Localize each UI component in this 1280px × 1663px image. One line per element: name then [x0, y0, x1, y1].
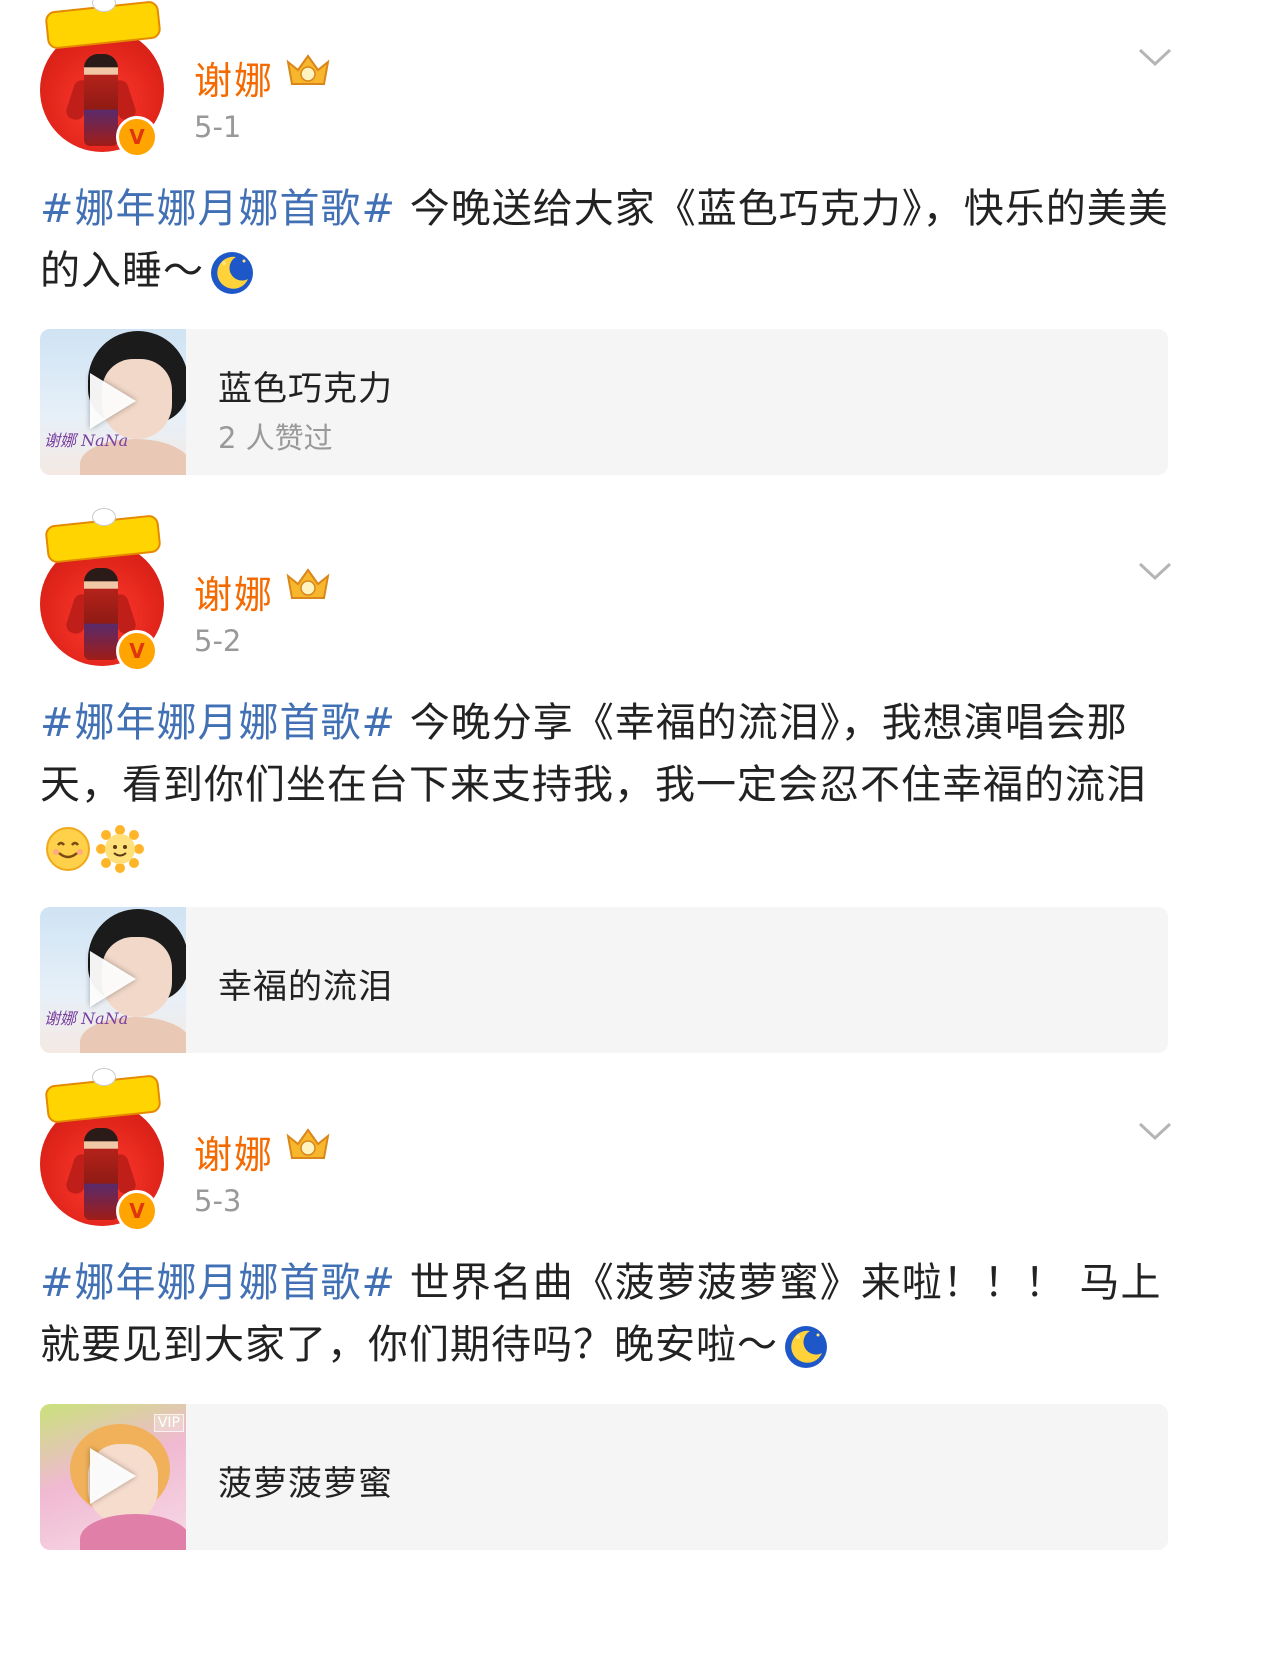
- post-text: #娜年娜月娜首歌# 今晚分享《幸福的流泪》，我想演唱会那天，看到你们坐在台下来支…: [40, 692, 1190, 878]
- verified-badge-icon: V: [116, 116, 158, 158]
- user-name[interactable]: 谢娜: [194, 50, 274, 105]
- post-date: 5-2: [194, 624, 242, 658]
- song-title: 幸福的流泪: [218, 967, 393, 1007]
- play-icon[interactable]: [90, 373, 136, 429]
- moon-emoji-icon: [785, 1326, 827, 1368]
- avatar-person: [84, 54, 118, 146]
- member-crown-icon[interactable]: [284, 50, 332, 90]
- vip-badge: VIP: [153, 1414, 184, 1432]
- avatar-person: [84, 1128, 118, 1220]
- user-name[interactable]: 谢娜: [194, 564, 274, 619]
- music-card[interactable]: 谢娜 NaNa 幸福的流泪: [40, 907, 1168, 1053]
- play-icon[interactable]: [90, 951, 136, 1007]
- topic-link[interactable]: #娜年娜月娜首歌#: [40, 1260, 396, 1306]
- album-cover: 谢娜 NaNa: [40, 907, 186, 1053]
- smile-emoji-icon: [46, 827, 90, 871]
- sun-emoji-icon: [96, 825, 144, 873]
- post-text: #娜年娜月娜首歌# 世界名曲《菠萝菠萝蜜》来啦！！！ 马上就要见到大家了，你们期…: [40, 1252, 1190, 1376]
- topic-link[interactable]: #娜年娜月娜首歌#: [40, 186, 396, 232]
- music-card[interactable]: VIP 菠萝菠萝蜜: [40, 1404, 1168, 1550]
- play-icon[interactable]: [90, 1448, 136, 1504]
- chevron-down-icon[interactable]: [1138, 560, 1172, 582]
- album-cover: VIP: [40, 1404, 186, 1550]
- chevron-down-icon[interactable]: [1138, 46, 1172, 68]
- avatar-cat-decoration: [92, 1068, 116, 1086]
- like-count: 2 人赞过: [218, 421, 333, 455]
- post-date: 5-1: [194, 110, 242, 144]
- post-text: #娜年娜月娜首歌# 今晚送给大家《蓝色巧克力》，快乐的美美的入睡～: [40, 178, 1190, 302]
- album-cover: 谢娜 NaNa: [40, 329, 186, 475]
- member-crown-icon[interactable]: [284, 564, 332, 604]
- music-card[interactable]: 谢娜 NaNa 蓝色巧克力 2 人赞过: [40, 329, 1168, 475]
- avatar-person: [84, 568, 118, 660]
- topic-link[interactable]: #娜年娜月娜首歌#: [40, 700, 396, 746]
- moon-emoji-icon: [211, 252, 253, 294]
- avatar-cat-decoration: [92, 508, 116, 526]
- song-title: 蓝色巧克力: [218, 369, 393, 409]
- member-crown-icon[interactable]: [284, 1124, 332, 1164]
- verified-badge-icon: V: [116, 630, 158, 672]
- verified-badge-icon: V: [116, 1190, 158, 1232]
- user-name[interactable]: 谢娜: [194, 1124, 274, 1179]
- post-date: 5-3: [194, 1184, 242, 1218]
- song-title: 菠萝菠萝蜜: [218, 1464, 393, 1504]
- chevron-down-icon[interactable]: [1138, 1120, 1172, 1142]
